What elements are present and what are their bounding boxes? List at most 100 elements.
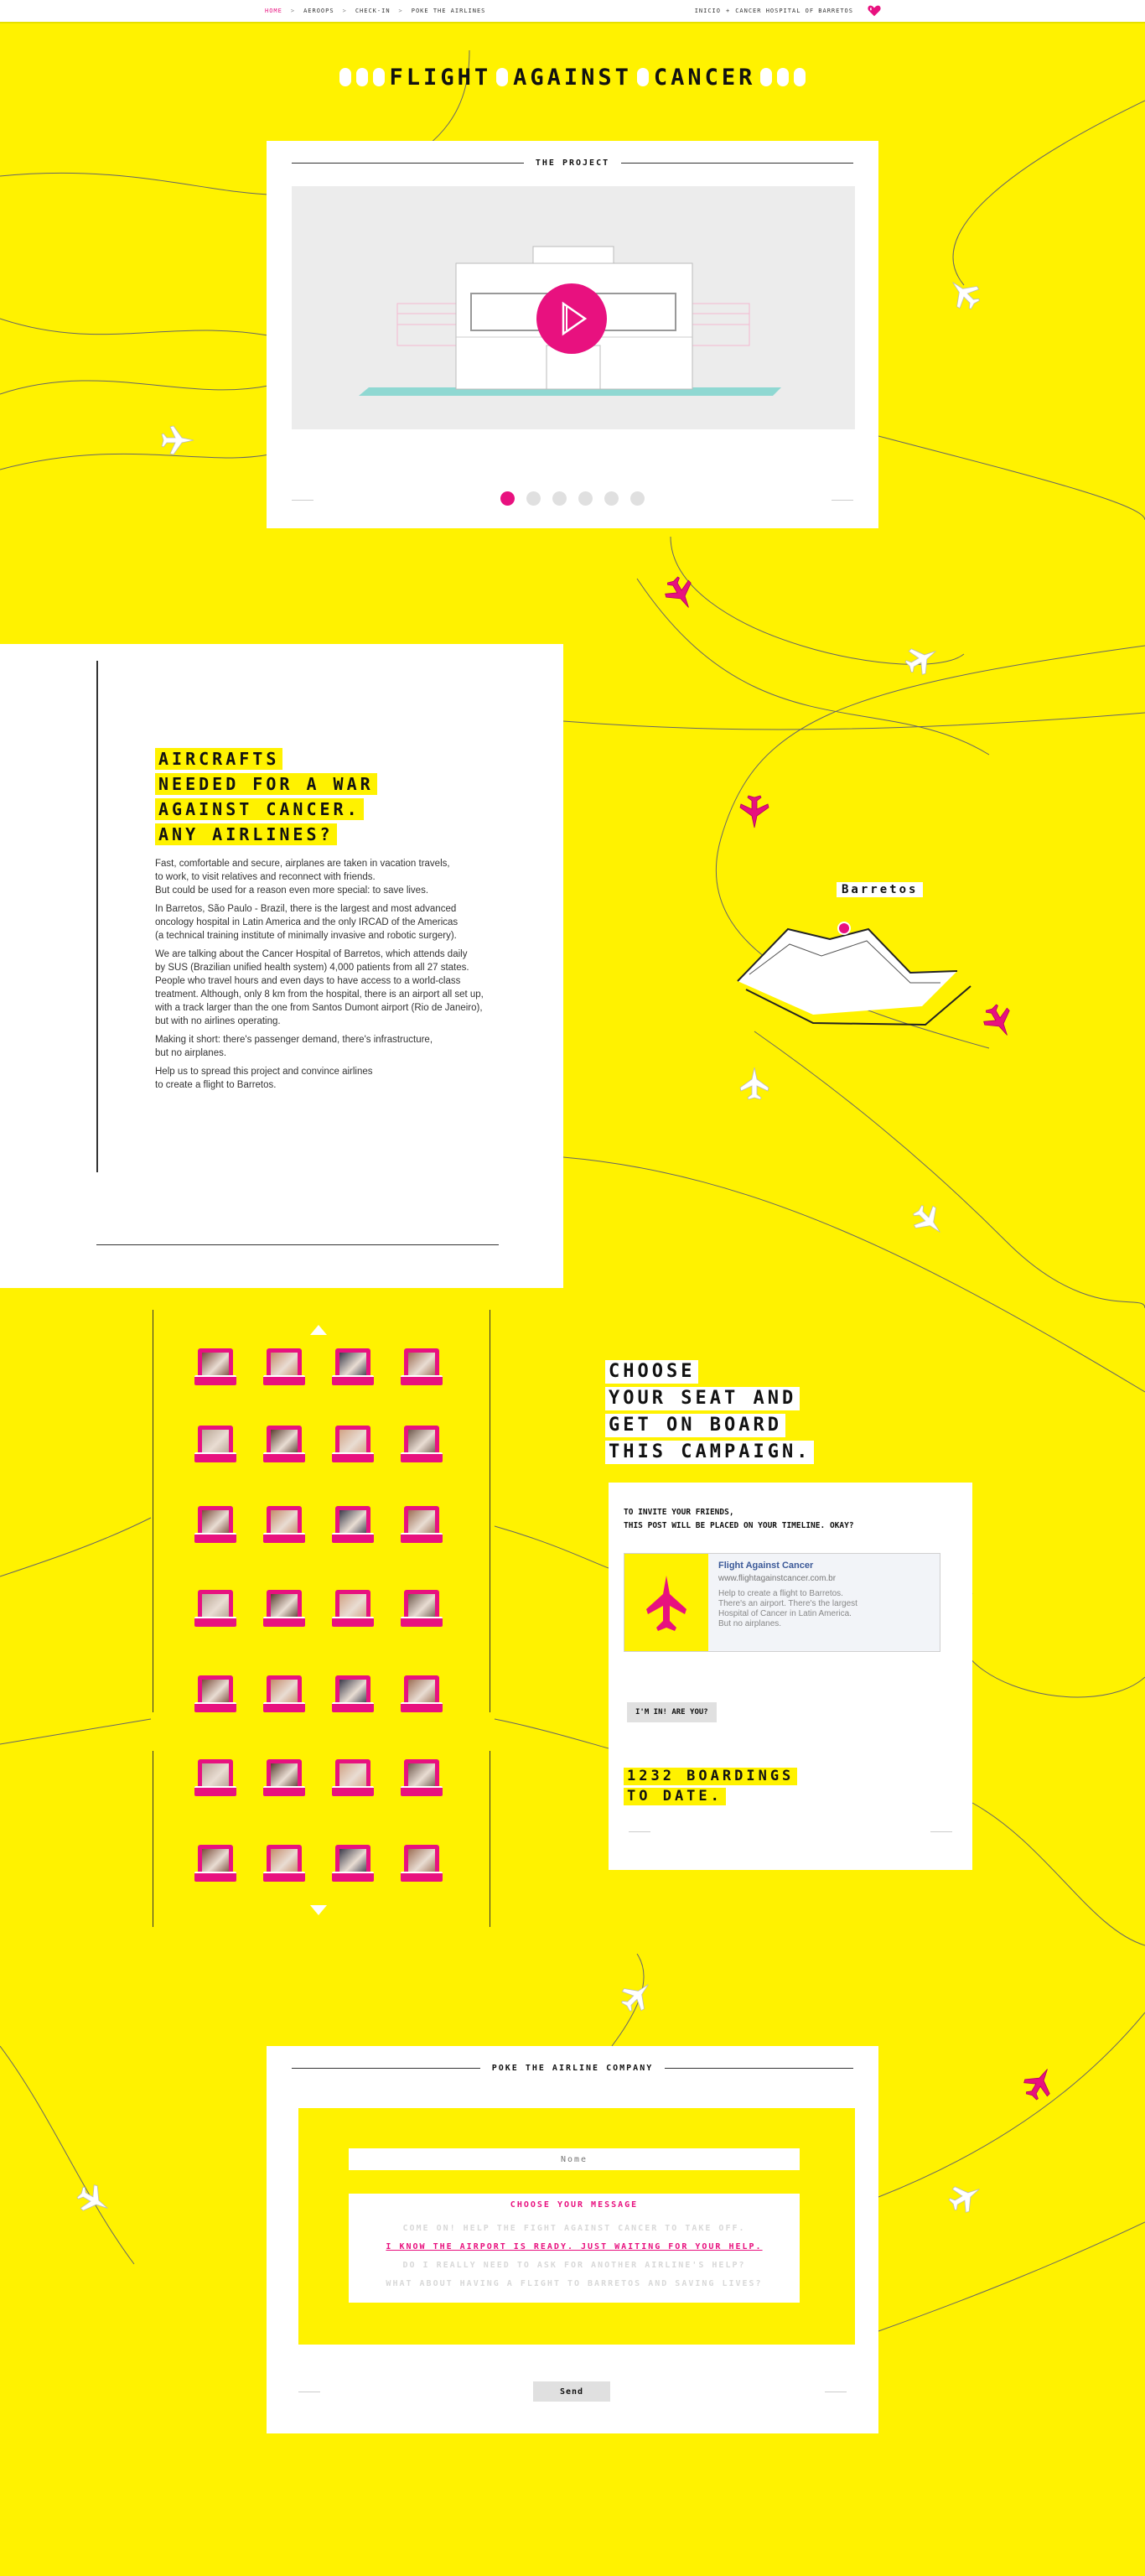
- send-button[interactable]: Send: [533, 2381, 610, 2402]
- paragraph-line: But could be used for a reason even more…: [155, 886, 429, 896]
- seat-avatar[interactable]: [401, 1426, 443, 1466]
- seat-avatar[interactable]: [401, 1675, 443, 1716]
- seat-avatar[interactable]: [332, 1759, 374, 1800]
- avatar: [408, 1680, 435, 1705]
- scroll-up-arrow-icon[interactable]: [310, 1325, 327, 1335]
- im-in-button[interactable]: I'm in! Are you?: [627, 1702, 717, 1722]
- secondary-nav: Inicio + Cancer Hospital of Barretos: [695, 8, 853, 14]
- nav-separator: +: [725, 8, 731, 14]
- seat-base: [194, 1452, 236, 1462]
- nav-item-poke-airlines[interactable]: Poke the airlines: [412, 8, 486, 14]
- seat-avatar[interactable]: [332, 1590, 374, 1630]
- seat-avatar[interactable]: [401, 1506, 443, 1546]
- seat-avatar[interactable]: [332, 1675, 374, 1716]
- avatar: [339, 1680, 366, 1705]
- seat-avatar[interactable]: [401, 1590, 443, 1630]
- slide-dot[interactable]: [604, 491, 619, 506]
- seat-avatar[interactable]: [263, 1759, 305, 1800]
- message-option[interactable]: Come on! Help the Fight Against Cancer t…: [349, 2224, 800, 2233]
- avatar: [271, 1763, 298, 1789]
- seat-base: [263, 1617, 305, 1627]
- nav-link-inicio[interactable]: Inicio: [695, 8, 721, 14]
- headline-line: Aircrafts: [155, 748, 283, 770]
- airplane-icon: [76, 2184, 108, 2211]
- seat-avatar[interactable]: [401, 1348, 443, 1389]
- seat-avatar[interactable]: [194, 1506, 236, 1546]
- heading-line: Choose: [605, 1360, 699, 1384]
- seat-avatar[interactable]: [263, 1590, 305, 1630]
- logo-dot: [355, 68, 368, 86]
- site-logo[interactable]: Flight Against Cancer: [307, 60, 838, 94]
- seat-base: [332, 1702, 374, 1712]
- divider: [96, 661, 98, 1172]
- seat-avatar[interactable]: [194, 1426, 236, 1466]
- avatar: [408, 1510, 435, 1535]
- post-title[interactable]: Flight Against Cancer: [718, 1561, 813, 1571]
- seat-avatar[interactable]: [263, 1675, 305, 1716]
- seat-avatar[interactable]: [332, 1506, 374, 1546]
- logo-dot: [496, 68, 509, 86]
- slide-dot[interactable]: [578, 491, 593, 506]
- seat-avatar[interactable]: [263, 1348, 305, 1389]
- message-option[interactable]: Do I really need to ask for another airl…: [349, 2261, 800, 2270]
- paragraph-line: Making it short: there's passenger deman…: [155, 1035, 433, 1045]
- seat-avatar[interactable]: [332, 1348, 374, 1389]
- seat-avatar[interactable]: [263, 1845, 305, 1885]
- airplane-icon: [621, 1984, 649, 2012]
- slide-pagination: [267, 491, 878, 506]
- seat-base: [401, 1702, 443, 1712]
- seat-avatar[interactable]: [332, 1845, 374, 1885]
- paragraph-line: Help us to spread this project and convi…: [155, 1067, 373, 1077]
- headline-line: Any airlines?: [155, 823, 337, 845]
- slide-dot[interactable]: [500, 491, 515, 506]
- seat-avatar[interactable]: [401, 1845, 443, 1885]
- logo-dot: [372, 68, 385, 86]
- seat-base: [401, 1375, 443, 1385]
- avatar: [339, 1763, 366, 1789]
- seat-base: [194, 1375, 236, 1385]
- seat-base: [332, 1533, 374, 1543]
- name-input[interactable]: [349, 2148, 800, 2170]
- scroll-down-arrow-icon[interactable]: [310, 1905, 327, 1915]
- seat-avatar[interactable]: [263, 1426, 305, 1466]
- paragraph-line: We are talking about the Cancer Hospital…: [155, 949, 468, 959]
- seat-avatar[interactable]: [194, 1845, 236, 1885]
- paragraph-line: People who travel hours and even days to…: [155, 976, 461, 986]
- logo-word-against: Against: [513, 64, 632, 91]
- airplane-icon: [739, 795, 769, 828]
- top-navigation-bar: Home > Aeroops > Check-in > Poke the air…: [0, 0, 1145, 23]
- avatar: [271, 1510, 298, 1535]
- seat-avatar[interactable]: [194, 1675, 236, 1716]
- heart-icon[interactable]: [867, 3, 882, 18]
- seat-avatar[interactable]: [194, 1348, 236, 1389]
- seat-base: [263, 1533, 305, 1543]
- slide-dot[interactable]: [526, 491, 541, 506]
- avatar: [339, 1353, 366, 1378]
- seat-avatar[interactable]: [401, 1759, 443, 1800]
- nav-item-aeroops[interactable]: Aeroops: [303, 8, 334, 14]
- slide-dot[interactable]: [552, 491, 567, 506]
- nav-link-hospital[interactable]: Cancer Hospital of Barretos: [735, 8, 853, 14]
- seat-base: [194, 1702, 236, 1712]
- airplane-icon: [904, 648, 936, 675]
- play-button[interactable]: [536, 283, 607, 354]
- message-option[interactable]: What about having a flight to Barretos a…: [349, 2279, 800, 2288]
- seat-base: [332, 1786, 374, 1796]
- nav-item-check-in[interactable]: Check-in: [355, 8, 391, 14]
- seat-avatar[interactable]: [194, 1590, 236, 1630]
- logo-dot: [794, 68, 806, 86]
- paragraph-line: but no airplanes.: [155, 1048, 227, 1058]
- seat-avatar[interactable]: [263, 1506, 305, 1546]
- message-option-selected[interactable]: I know the airport is ready. Just waitin…: [349, 2242, 800, 2251]
- avatar: [202, 1510, 229, 1535]
- airplane-icon: [161, 425, 194, 455]
- seat-avatar[interactable]: [332, 1426, 374, 1466]
- nav-item-home[interactable]: Home: [265, 8, 282, 14]
- seat-avatar[interactable]: [194, 1759, 236, 1800]
- post-thumbnail: [624, 1554, 708, 1651]
- paragraph-line: with a track larger than the one from Sa…: [155, 1003, 483, 1013]
- slide-dot[interactable]: [630, 491, 645, 506]
- about-headline: Aircrafts needed for a war against cance…: [155, 748, 377, 849]
- divider: [96, 1244, 499, 1245]
- video-player[interactable]: [292, 186, 855, 429]
